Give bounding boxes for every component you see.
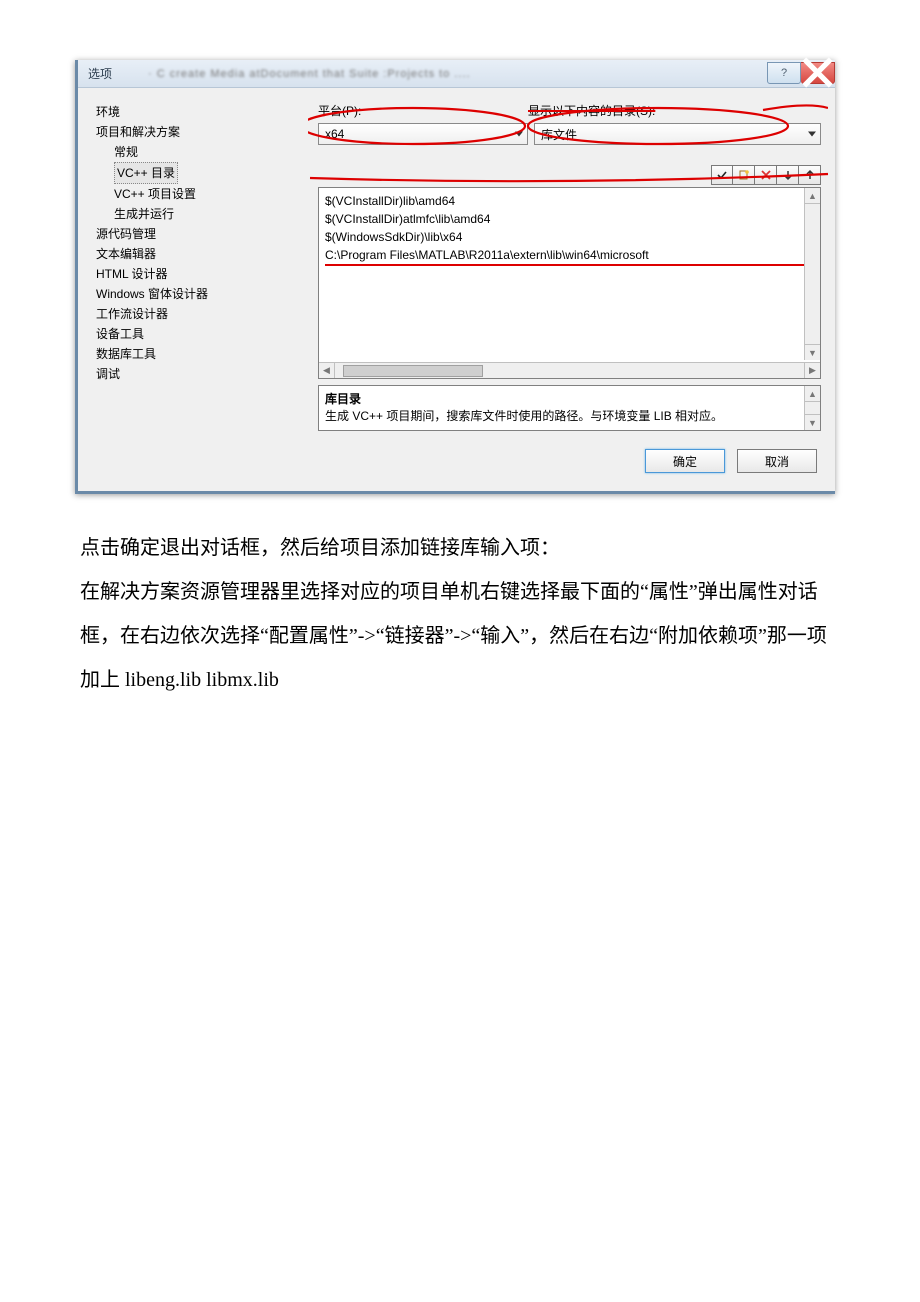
titlebar-buttons: ? xyxy=(767,64,835,84)
description-box: 库目录 生成 VC++ 项目期间，搜索库文件时使用的路径。与环境变量 LIB 相… xyxy=(318,385,821,431)
tree-item-general[interactable]: 常规 xyxy=(92,142,310,162)
cancel-button[interactable]: 取消 xyxy=(737,449,817,473)
options-dialog: 选项 · C create Media atDocument that Suit… xyxy=(75,60,835,494)
show-dirs-combobox[interactable]: 库文件 xyxy=(534,123,821,145)
list-item[interactable]: $(VCInstallDir)atlmfc\lib\amd64 xyxy=(325,210,814,228)
platform-value: x64 xyxy=(325,127,344,141)
help-button[interactable]: ? xyxy=(767,62,801,84)
tree-item-build-run[interactable]: 生成并运行 xyxy=(92,204,310,224)
paths-listbox[interactable]: $(VCInstallDir)lib\amd64 $(VCInstallDir)… xyxy=(318,187,821,379)
tree-item-workflow-designer[interactable]: 工作流设计器 xyxy=(92,304,310,324)
tree-item-vc-project-settings[interactable]: VC++ 项目设置 xyxy=(92,184,310,204)
dialog-title: 选项 xyxy=(88,65,112,82)
tree-item-environment[interactable]: 环境 xyxy=(92,102,310,122)
close-button[interactable] xyxy=(801,62,835,84)
move-down-button[interactable] xyxy=(777,165,799,185)
tree-item-winforms-designer[interactable]: Windows 窗体设计器 xyxy=(92,284,310,304)
vertical-scrollbar[interactable]: ▲ ▼ xyxy=(804,188,820,360)
show-dirs-value: 库文件 xyxy=(541,126,577,143)
tree-item-device-tools[interactable]: 设备工具 xyxy=(92,324,310,344)
paths-toolbar xyxy=(318,165,821,185)
list-item[interactable]: $(VCInstallDir)lib\amd64 xyxy=(325,192,814,210)
article-p2: 在解决方案资源管理器里选择对应的项目单机右键选择最下面的“属性”弹出属性对话框，… xyxy=(80,570,840,702)
dialog-titlebar[interactable]: 选项 · C create Media atDocument that Suit… xyxy=(78,60,835,88)
description-body: 生成 VC++ 项目期间，搜索库文件时使用的路径。与环境变量 LIB 相对应。 xyxy=(325,407,814,424)
scroll-right-icon[interactable]: ▶ xyxy=(804,363,820,378)
scroll-up-icon[interactable]: ▲ xyxy=(805,188,820,204)
desc-vertical-scrollbar[interactable]: ▲ ▼ xyxy=(804,386,820,430)
dialog-subtitle-blur: · C create Media atDocument that Suite :… xyxy=(148,68,471,80)
platform-label: 平台(P): xyxy=(318,102,528,119)
right-panel: 平台(P): 显示以下内容的目录(S): x64 库文件 xyxy=(318,102,821,431)
list-item[interactable]: $(WindowsSdkDir)\lib\x64 xyxy=(325,228,814,246)
scroll-up-icon[interactable]: ▲ xyxy=(805,386,820,402)
description-title: 库目录 xyxy=(325,390,814,407)
tree-item-debugging[interactable]: 调试 xyxy=(92,364,310,384)
options-tree[interactable]: 环境 项目和解决方案 常规 VC++ 目录 VC++ 项目设置 生成并运行 源代… xyxy=(92,102,310,431)
dialog-buttons: 确定 取消 xyxy=(78,435,835,491)
chevron-down-icon xyxy=(515,132,523,137)
chevron-down-icon xyxy=(808,132,816,137)
delete-line-button[interactable] xyxy=(755,165,777,185)
scroll-down-icon[interactable]: ▼ xyxy=(805,414,820,430)
horizontal-scrollbar[interactable]: ◀ ▶ xyxy=(319,362,820,378)
scroll-down-icon[interactable]: ▼ xyxy=(805,344,820,360)
move-up-button[interactable] xyxy=(799,165,821,185)
show-dirs-label: 显示以下内容的目录(S): xyxy=(528,102,821,119)
check-button[interactable] xyxy=(711,165,733,185)
ok-button[interactable]: 确定 xyxy=(645,449,725,473)
tree-item-source-control[interactable]: 源代码管理 xyxy=(92,224,310,244)
tree-item-projects-solutions[interactable]: 项目和解决方案 xyxy=(92,122,310,142)
platform-combobox[interactable]: x64 xyxy=(318,123,528,145)
list-item[interactable]: C:\Program Files\MATLAB\R2011a\extern\li… xyxy=(325,246,814,266)
scroll-thumb[interactable] xyxy=(343,365,483,377)
article-p1: 点击确定退出对话框，然后给项目添加链接库输入项： xyxy=(80,526,840,570)
tree-item-database-tools[interactable]: 数据库工具 xyxy=(92,344,310,364)
tree-item-html-designer[interactable]: HTML 设计器 xyxy=(92,264,310,284)
tree-item-text-editor[interactable]: 文本编辑器 xyxy=(92,244,310,264)
scroll-left-icon[interactable]: ◀ xyxy=(319,363,335,378)
tree-item-vc-directories[interactable]: VC++ 目录 xyxy=(92,162,310,184)
new-line-button[interactable] xyxy=(733,165,755,185)
article-text: 点击确定退出对话框，然后给项目添加链接库输入项： 在解决方案资源管理器里选择对应… xyxy=(80,526,840,702)
